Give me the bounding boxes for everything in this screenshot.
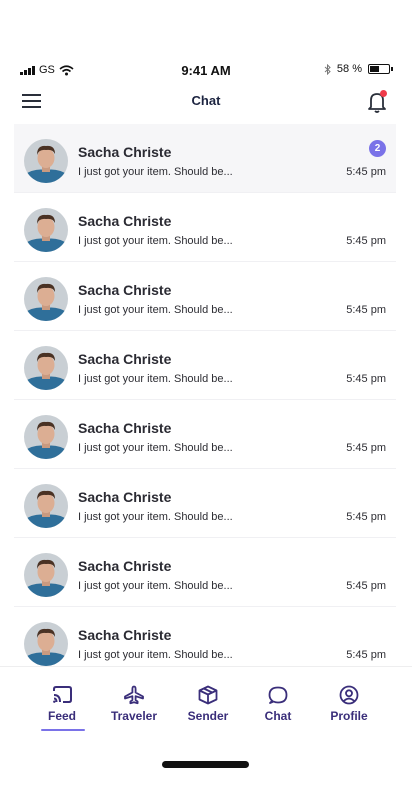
unread-badge: 2 xyxy=(369,140,386,157)
tab-feed[interactable]: Feed xyxy=(27,685,97,723)
battery-icon xyxy=(368,64,393,74)
tab-label: Sender xyxy=(187,709,229,723)
message-time: 5:45 pm xyxy=(346,649,386,661)
avatar xyxy=(24,415,68,459)
message-time: 5:45 pm xyxy=(346,373,386,385)
chat-row[interactable]: Sacha Christe I just got your item. Shou… xyxy=(14,400,396,469)
tab-bar: Feed Traveler Sender Chat Profile xyxy=(0,666,412,737)
avatar xyxy=(24,622,68,666)
message-time: 5:45 pm xyxy=(346,235,386,247)
tab-chat[interactable]: Chat xyxy=(243,685,313,723)
home-indicator[interactable] xyxy=(162,761,249,768)
battery-percent: 58 % xyxy=(336,63,362,75)
contact-name: Sacha Christe xyxy=(78,489,172,505)
avatar xyxy=(24,139,68,183)
contact-name: Sacha Christe xyxy=(78,627,172,643)
page-title: Chat xyxy=(191,93,221,108)
status-right: 58 % xyxy=(324,63,393,75)
tab-label: Chat xyxy=(264,709,292,723)
bluetooth-icon xyxy=(324,63,331,75)
message-preview: I just got your item. Should be... xyxy=(78,442,233,454)
profile-icon xyxy=(339,685,359,705)
active-tab-indicator xyxy=(41,729,85,731)
chat-row[interactable]: Sacha Christe I just got your item. Shou… xyxy=(14,469,396,538)
notifications-button[interactable] xyxy=(366,90,388,114)
notification-dot xyxy=(380,90,387,97)
chat-row[interactable]: Sacha Christe I just got your item. Shou… xyxy=(14,124,396,193)
chat-row[interactable]: Sacha Christe I just got your item. Shou… xyxy=(14,193,396,262)
plane-icon xyxy=(124,685,144,705)
tab-sender[interactable]: Sender xyxy=(173,685,243,723)
status-bar: GS 9:41 AM 58 % xyxy=(0,60,412,82)
tab-label: Feed xyxy=(47,709,76,723)
chat-row[interactable]: Sacha Christe I just got your item. Shou… xyxy=(14,262,396,331)
contact-name: Sacha Christe xyxy=(78,282,172,298)
message-preview: I just got your item. Should be... xyxy=(78,235,233,247)
contact-name: Sacha Christe xyxy=(78,144,172,160)
message-preview: I just got your item. Should be... xyxy=(78,304,233,316)
cast-icon xyxy=(53,686,72,703)
tab-label: Profile xyxy=(330,709,368,723)
chat-row[interactable]: Sacha Christe I just got your item. Shou… xyxy=(14,331,396,400)
message-time: 5:45 pm xyxy=(346,511,386,523)
avatar xyxy=(24,277,68,321)
tab-label: Traveler xyxy=(110,709,158,723)
message-preview: I just got your item. Should be... xyxy=(78,580,233,592)
message-time: 5:45 pm xyxy=(346,442,386,454)
avatar xyxy=(24,208,68,252)
chat-row[interactable]: Sacha Christe I just got your item. Shou… xyxy=(14,538,396,607)
message-preview: I just got your item. Should be... xyxy=(78,373,233,385)
avatar xyxy=(24,484,68,528)
chat-bubble-icon xyxy=(268,686,288,704)
contact-name: Sacha Christe xyxy=(78,213,172,229)
message-time: 5:45 pm xyxy=(346,304,386,316)
message-preview: I just got your item. Should be... xyxy=(78,166,233,178)
contact-name: Sacha Christe xyxy=(78,420,172,436)
message-time: 5:45 pm xyxy=(346,580,386,592)
chat-row[interactable]: Sacha Christe I just got your item. Shou… xyxy=(14,607,396,666)
header: Chat xyxy=(0,86,412,116)
message-preview: I just got your item. Should be... xyxy=(78,511,233,523)
tab-profile[interactable]: Profile xyxy=(314,685,384,723)
avatar xyxy=(24,553,68,597)
message-time: 5:45 pm xyxy=(346,166,386,178)
message-preview: I just got your item. Should be... xyxy=(78,649,233,661)
avatar xyxy=(24,346,68,390)
contact-name: Sacha Christe xyxy=(78,351,172,367)
contact-name: Sacha Christe xyxy=(78,558,172,574)
box-icon xyxy=(198,685,218,705)
chat-list: Sacha Christe I just got your item. Shou… xyxy=(14,124,396,666)
tab-traveler[interactable]: Traveler xyxy=(99,685,169,723)
